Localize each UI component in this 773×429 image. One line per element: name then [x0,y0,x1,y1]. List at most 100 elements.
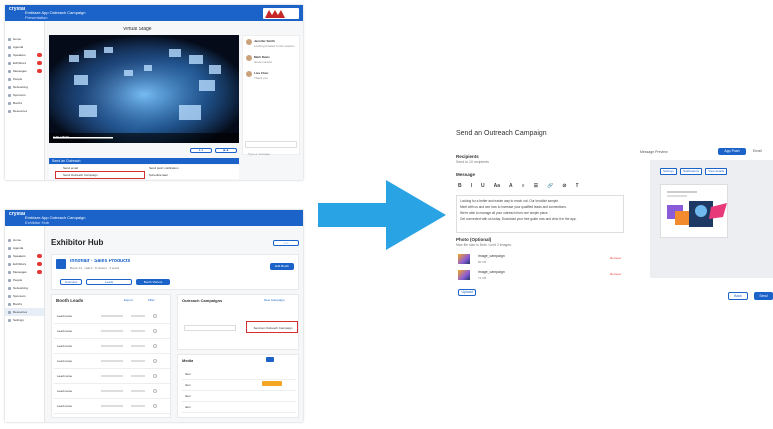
table-row[interactable]: Lead name [54,384,170,399]
option-send-push[interactable]: Send push notification [149,166,179,171]
edit-booth-button[interactable]: Edit Booth [270,263,294,270]
sidebar-item-home[interactable]: Home [5,236,44,244]
preview-chip[interactable]: Notifications [679,168,703,175]
media-add-button[interactable] [266,357,274,362]
sidebar-item-home[interactable]: Home [5,35,44,43]
sidebar-item-label: Networking [13,84,29,89]
table-row[interactable]: Lead name [54,399,170,414]
sidebar-item-booths[interactable]: Booths [5,99,44,107]
table-row[interactable]: Lead name [54,354,170,369]
sidebar-item-icon [8,294,11,298]
sidebar-item-people[interactable]: People [5,75,44,83]
chat-input[interactable]: Type a message [245,141,297,156]
top-action-button[interactable]: • • • [273,240,299,246]
video-player[interactable]: 0:45 / 25:00 [49,35,239,143]
upload-button[interactable]: Upload [458,289,476,296]
toolbar-tool-icon[interactable]: A [509,183,513,189]
control-button[interactable]: ● ● [190,148,212,153]
lead-action-icon[interactable] [153,344,157,348]
app-subtitle: Exhibitor Hub [25,220,50,225]
sidebar-item-exhibitors[interactable]: Exhibitors [5,260,44,268]
list-item[interactable]: Item [182,391,296,402]
sidebar-item-speakers[interactable]: Speakers [5,51,44,59]
star-icon [8,93,11,97]
notification-badge [37,61,42,65]
home-icon [8,37,11,41]
preview-tab-email[interactable]: Email [753,149,762,154]
list-item[interactable]: Item [182,369,296,380]
lead-name: Lead name [57,358,73,363]
lead-action-icon[interactable] [153,329,157,333]
lead-detail-bar [131,375,145,377]
preview-tab-app-push[interactable]: App Push [718,148,746,155]
sidebar: Home Agenda Speakers Exhibitors Messages Peop… [5,226,45,422]
back-button[interactable]: Back [728,292,748,300]
lead-action-icon[interactable] [153,359,157,363]
attachment-size: 80 KB [478,260,487,264]
lead-action-icon[interactable] [153,389,157,393]
tab-booth-visitors[interactable]: Booth Visitors [136,279,170,285]
notification-badge [37,254,42,258]
table-row[interactable]: Lead name [54,369,170,384]
sidebar-item-booths[interactable]: Booths [5,300,44,308]
new-campaign-link[interactable]: New Campaign [264,298,285,303]
sidebar-item-speakers[interactable]: Speakers [5,252,44,260]
filter-link[interactable]: Filter [148,298,155,303]
table-row[interactable]: Lead name [54,309,170,324]
toolbar-tool-icon[interactable]: ≡ [522,183,525,189]
toolbar-tool-icon[interactable]: I [471,183,472,189]
sidebar-item-agenda[interactable]: Agenda [5,43,44,51]
chat-message-body: Jennifer Smith Looking forward to the ses… [254,39,298,49]
sidebar-item-agenda[interactable]: Agenda [5,244,44,252]
toolbar-tool-icon[interactable]: ⊘ [562,183,566,189]
sidebar-item-messages[interactable]: Messages [5,67,44,75]
message-editor[interactable]: Looking for a better and easier way to r… [456,195,624,233]
option-schedule[interactable]: Schedule later [149,173,168,178]
lead-action-icon[interactable] [153,374,157,378]
tab-overview[interactable]: Overview [60,279,82,285]
remove-attachment-link[interactable]: Remove [610,256,621,261]
toolbar-tool-icon[interactable]: U [481,183,485,189]
remove-attachment-link[interactable]: Remove [610,272,621,277]
toolbar-tool-icon[interactable]: Aa [494,183,500,189]
sidebar-item-sponsors[interactable]: Sponsors [5,91,44,99]
send-button[interactable]: Send [754,292,773,300]
sidebar-item-settings[interactable]: Settings [5,316,44,324]
sidebar-item-label: Exhibitors [13,261,27,266]
control-button[interactable]: ▶ ■ [215,148,237,153]
preview-chip[interactable]: Settings [660,168,677,175]
lead-action-icon[interactable] [153,404,157,408]
preview-chip[interactable]: View details [705,168,728,175]
lead-detail-bar [131,390,145,392]
sidebar-item-exhibitors[interactable]: Exhibitors [5,59,44,67]
toolbar-tool-icon[interactable]: ☰ [534,183,538,189]
attachment-list: image_campaign 80 KB Remove image_campaign 7… [456,251,626,283]
toolbar-tool-icon[interactable]: B [458,183,462,189]
outreach-field[interactable] [184,325,236,331]
sidebar-item-resources[interactable]: Resources [5,107,44,115]
notification-badge [37,262,42,266]
sidebar-item-sponsors[interactable]: Sponsors [5,292,44,300]
table-row[interactable]: Lead name [54,339,170,354]
highlight-send-outreach [246,321,298,333]
sidebar-item-networking[interactable]: Networking [5,284,44,292]
campaign-bar: Send an Outreach [49,158,239,164]
top-screen: crystal Emblaze App Outreach Campaign Pr… [5,5,303,180]
tab-leads[interactable]: Leads [86,279,132,285]
bottom-screen: crystal Emblaze App Outreach Campaign Ex… [5,210,303,422]
sidebar-item-label: Speakers [13,253,26,258]
sidebar-item-icon [8,318,11,322]
store-icon [8,61,11,65]
lead-action-icon[interactable] [153,314,157,318]
table-row[interactable]: Lead name [54,324,170,339]
lead-detail-bar [101,330,123,332]
list-item[interactable]: Item [182,402,296,413]
sidebar-item-people[interactable]: People [5,276,44,284]
export-link[interactable]: Export [124,298,133,303]
sidebar-item-networking[interactable]: Networking [5,83,44,91]
toolbar-tool-icon[interactable]: T [576,183,579,189]
lead-name: Lead name [57,373,73,378]
toolbar-tool-icon[interactable]: 🔗 [547,183,553,189]
sidebar-item-resources[interactable]: Resources [5,308,44,316]
sidebar-item-messages[interactable]: Messages [5,268,44,276]
